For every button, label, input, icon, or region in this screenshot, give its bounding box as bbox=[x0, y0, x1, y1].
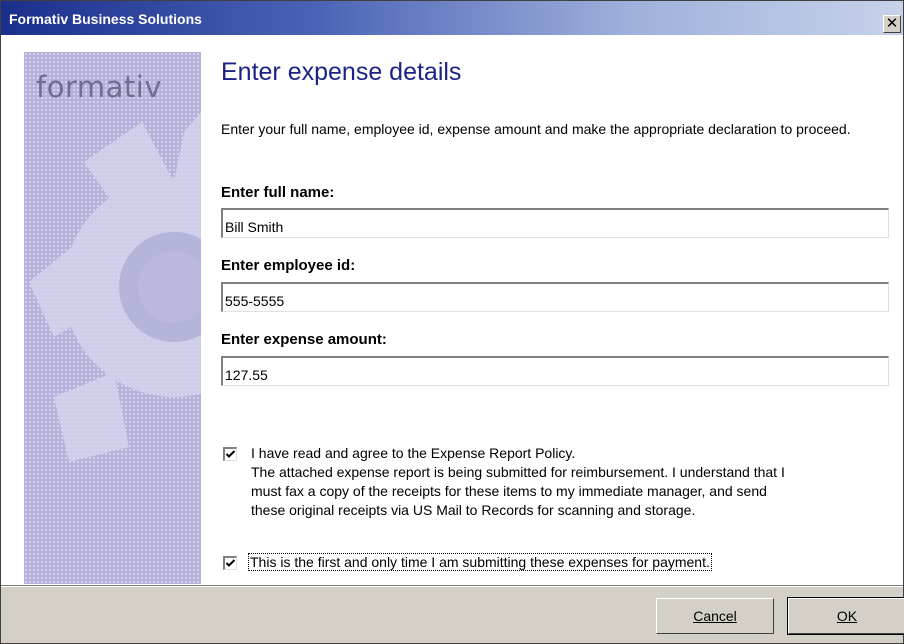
checkmark-icon bbox=[225, 559, 236, 567]
gear-graphic bbox=[29, 112, 201, 462]
close-icon: ✕ bbox=[885, 15, 899, 32]
policy-text: I have read and agree to the Expense Rep… bbox=[251, 444, 785, 520]
branding-panel: formativ bbox=[24, 52, 201, 584]
dialog-content: formativ Enter expense details Enter you… bbox=[1, 36, 903, 585]
close-button[interactable]: ✕ bbox=[883, 15, 901, 33]
employee-id-label: Enter employee id: bbox=[221, 257, 356, 274]
window-title: Formativ Business Solutions bbox=[9, 11, 202, 27]
policy-checkbox[interactable] bbox=[223, 447, 237, 461]
page-title: Enter expense details bbox=[221, 58, 462, 86]
checkmark-icon bbox=[225, 450, 236, 458]
ok-button-label: OK bbox=[836, 608, 858, 624]
formativ-logo: formativ bbox=[36, 70, 162, 104]
title-bar[interactable]: Formativ Business Solutions ✕ bbox=[1, 1, 903, 36]
full-name-label: Enter full name: bbox=[221, 184, 335, 201]
dialog-window: Formativ Business Solutions ✕ formativ E… bbox=[0, 0, 904, 644]
employee-id-input[interactable] bbox=[221, 282, 889, 312]
expense-amount-input[interactable] bbox=[221, 356, 889, 386]
full-name-input[interactable] bbox=[221, 208, 889, 238]
policy-line: I have read and agree to the Expense Rep… bbox=[251, 445, 576, 461]
policy-line: these original receipts via US Mail to R… bbox=[251, 502, 696, 518]
intro-text: Enter your full name, employee id, expen… bbox=[221, 121, 851, 137]
first-time-label: This is the first and only time I am sub… bbox=[248, 553, 712, 571]
policy-line: The attached expense report is being sub… bbox=[251, 464, 785, 480]
first-time-checkbox[interactable] bbox=[223, 556, 237, 570]
cancel-button[interactable]: Cancel bbox=[656, 598, 774, 634]
first-time-text: This is the first and only time I am sub… bbox=[248, 553, 712, 572]
footer-divider bbox=[1, 585, 903, 587]
policy-line: must fax a copy of the receipts for thes… bbox=[251, 483, 767, 499]
expense-amount-label: Enter expense amount: bbox=[221, 331, 387, 348]
ok-button[interactable]: OK bbox=[787, 597, 904, 635]
cancel-button-label: Cancel bbox=[693, 608, 737, 624]
